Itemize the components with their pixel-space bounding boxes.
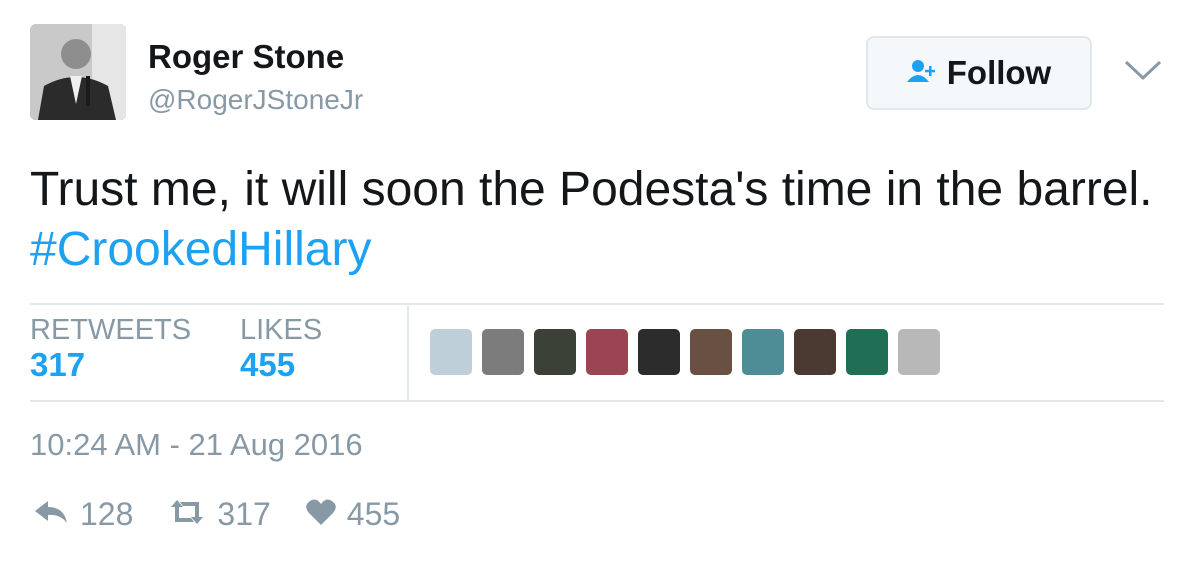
grey-portrait-avatar[interactable] — [898, 329, 940, 375]
brown-group-avatar[interactable] — [690, 329, 732, 375]
likes-value: 455 — [240, 346, 296, 383]
more-options-chevron-icon[interactable] — [1118, 50, 1168, 90]
tweet-timestamp[interactable]: 10:24 AM - 21 Aug 2016 — [30, 427, 363, 463]
follow-button[interactable]: Follow — [866, 36, 1092, 110]
tweet-actions: 128 317 455 — [32, 496, 434, 533]
retweet-icon — [167, 497, 207, 532]
stats-vertical-divider — [407, 306, 409, 402]
retweets-stat[interactable]: RETWEETS 317 — [30, 314, 191, 384]
liker-avatars — [430, 329, 940, 375]
display-name[interactable]: Roger Stone — [148, 38, 344, 76]
reply-count: 128 — [80, 496, 134, 532]
like-button[interactable]: 455 — [305, 496, 400, 533]
retweet-button[interactable]: 317 — [167, 496, 271, 533]
teal-logo-avatar[interactable] — [742, 329, 784, 375]
retweets-label: RETWEETS — [30, 314, 192, 346]
green-figure-avatar[interactable] — [846, 329, 888, 375]
likes-label: LIKES — [240, 314, 323, 346]
hashtag-link[interactable]: #CrookedHillary — [30, 223, 371, 276]
bw-portrait-avatar[interactable] — [482, 329, 524, 375]
dark-photo-avatar[interactable] — [794, 329, 836, 375]
dark-figure-avatar[interactable] — [534, 329, 576, 375]
likes-stat[interactable]: LIKES 455 — [240, 314, 322, 384]
stats-bottom-divider — [30, 400, 1164, 402]
retweets-value: 317 — [30, 346, 86, 383]
sunglasses-avatar[interactable] — [638, 329, 680, 375]
stats-top-divider — [30, 303, 1164, 305]
retweet-count: 317 — [217, 496, 271, 532]
red-poster-avatar[interactable] — [586, 329, 628, 375]
like-count: 455 — [346, 496, 401, 532]
user-handle[interactable]: @RogerJStoneJr — [148, 84, 363, 116]
follow-person-icon — [906, 58, 937, 89]
reply-icon — [32, 497, 70, 532]
follow-label: Follow — [946, 54, 1052, 91]
reply-button[interactable]: 128 — [32, 496, 133, 533]
tweet-body: Trust me, it will soon the Podesta's tim… — [30, 163, 1153, 216]
free-banner-avatar[interactable] — [430, 329, 472, 375]
heart-icon — [305, 497, 337, 532]
tweet-text: Trust me, it will soon the Podesta's tim… — [30, 160, 1170, 280]
avatar[interactable] — [30, 24, 126, 120]
